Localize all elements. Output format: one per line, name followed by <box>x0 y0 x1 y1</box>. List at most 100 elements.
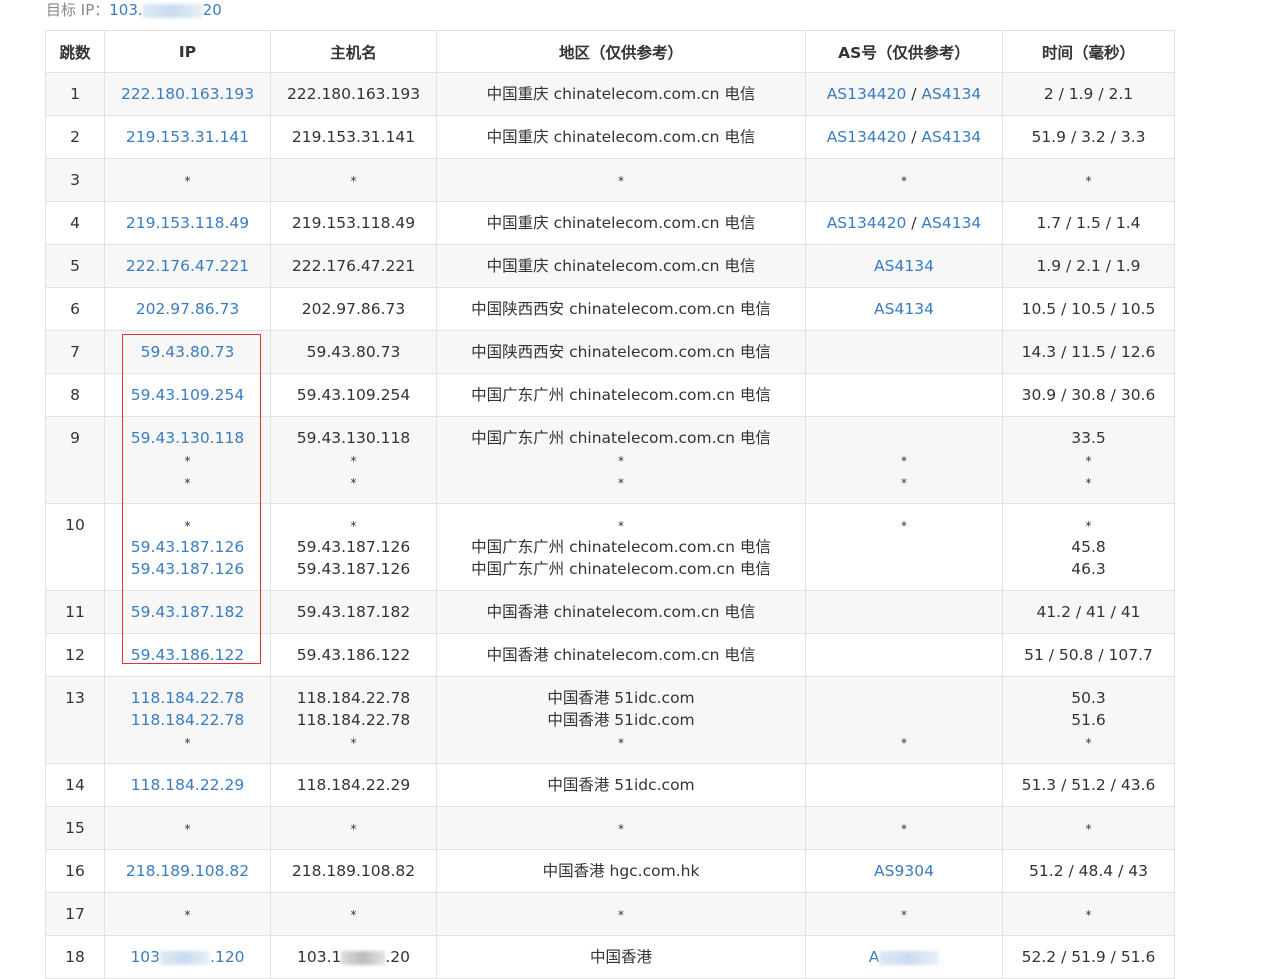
time-text: 33.5 <box>1071 429 1106 447</box>
time-cell: * <box>1003 807 1175 850</box>
hostname-line: 59.43.109.254 <box>271 384 436 406</box>
region-line: * <box>437 169 805 191</box>
region-line: 中国重庆 chinatelecom.com.cn 电信 <box>437 83 805 105</box>
hop-cell: 12 <box>46 634 105 677</box>
hop-number: 16 <box>46 860 104 882</box>
asn-link[interactable]: AS4134 <box>921 214 981 232</box>
region-line: 中国香港 chinatelecom.com.cn 电信 <box>437 644 805 666</box>
hostname-text: 59.43.187.182 <box>297 603 410 621</box>
hop-cell: 6 <box>46 288 105 331</box>
hostname-line: 59.43.187.182 <box>271 601 436 623</box>
asn-cell <box>806 331 1003 374</box>
asn-link[interactable]: AS134420 <box>827 85 907 103</box>
table-row: 759.43.80.7359.43.80.73中国陕西西安 chinatelec… <box>46 331 1175 374</box>
ip-link[interactable]: 118.184.22.78 <box>131 711 244 729</box>
hop-number: 10 <box>46 514 104 536</box>
region-cell: 中国陕西西安 chinatelecom.com.cn 电信 <box>437 288 806 331</box>
ip-cell: 118.184.22.29 <box>105 764 271 807</box>
region-cell: 中国香港 <box>437 936 806 979</box>
hostname-text: 219.153.31.141 <box>292 128 415 146</box>
asn-link[interactable]: AS134420 <box>827 214 907 232</box>
ip-line: * <box>105 471 270 493</box>
table-row: 3***** <box>46 159 1175 202</box>
ip-cell: 219.153.31.141 <box>105 116 271 159</box>
time-line: 45.8 <box>1003 536 1174 558</box>
ip-link[interactable]: 59.43.187.182 <box>131 603 244 621</box>
time-cell: 51 / 50.8 / 107.7 <box>1003 634 1175 677</box>
table-row: 2219.153.31.141219.153.31.141中国重庆 chinat… <box>46 116 1175 159</box>
asn-link[interactable]: AS4134 <box>874 300 934 318</box>
ip-link[interactable]: 219.153.31.141 <box>126 128 249 146</box>
asn-link[interactable]: AS4134 <box>874 257 934 275</box>
timeout-star: * <box>901 822 907 836</box>
hostname-cell: 103.1.20 <box>271 936 437 979</box>
separator: / <box>906 85 921 103</box>
region-line: 中国香港 51idc.com <box>437 709 805 731</box>
ip-link[interactable]: 59.43.130.118 <box>131 429 244 447</box>
ip-link[interactable]: .120 <box>210 948 245 966</box>
region-line: 中国广东广州 chinatelecom.com.cn 电信 <box>437 536 805 558</box>
region-cell: *中国广东广州 chinatelecom.com.cn 电信中国广东广州 chi… <box>437 504 806 591</box>
target-ip-suffix: 20 <box>203 1 222 19</box>
hostname-cell: 202.97.86.73 <box>271 288 437 331</box>
asn-link[interactable]: AS9304 <box>874 862 934 880</box>
region-text: 中国香港 51idc.com <box>547 776 694 794</box>
region-line: 中国陕西西安 chinatelecom.com.cn 电信 <box>437 341 805 363</box>
ip-cell: 59.43.187.182 <box>105 591 271 634</box>
hostname-cell: 59.43.109.254 <box>271 374 437 417</box>
time-line: * <box>1003 903 1174 925</box>
ip-link[interactable]: 59.43.187.126 <box>131 538 244 556</box>
time-line: * <box>1003 514 1174 536</box>
asn-link[interactable]: A <box>869 948 880 966</box>
ip-link[interactable]: 59.43.109.254 <box>131 386 244 404</box>
asn-link[interactable]: AS4134 <box>921 128 981 146</box>
time-text: 46.3 <box>1071 560 1106 578</box>
hop-number: 18 <box>46 946 104 968</box>
region-line: 中国陕西西安 chinatelecom.com.cn 电信 <box>437 298 805 320</box>
hostname-cell: 118.184.22.29 <box>271 764 437 807</box>
ip-link[interactable]: 222.176.47.221 <box>126 257 249 275</box>
time-text: 41.2 / 41 / 41 <box>1036 603 1140 621</box>
ip-link[interactable]: 118.184.22.78 <box>131 689 244 707</box>
ip-link[interactable]: 222.180.163.193 <box>121 85 254 103</box>
ip-cell: 218.189.108.82 <box>105 850 271 893</box>
hop-cell: 14 <box>46 764 105 807</box>
hostname-text: * <box>351 908 357 922</box>
asn-line: AS9304 <box>806 860 1002 882</box>
ip-link[interactable]: 103 <box>130 948 160 966</box>
region-line: 中国重庆 chinatelecom.com.cn 电信 <box>437 255 805 277</box>
asn-link[interactable]: AS134420 <box>827 128 907 146</box>
asn-link[interactable]: AS4134 <box>921 85 981 103</box>
hostname-cell: * <box>271 807 437 850</box>
region-text: * <box>618 476 624 490</box>
separator: / <box>906 214 921 232</box>
region-line: * <box>437 449 805 471</box>
time-line: 51.2 / 48.4 / 43 <box>1003 860 1174 882</box>
header-region: 地区（仅供参考） <box>437 31 806 73</box>
ip-link[interactable]: 218.189.108.82 <box>126 862 249 880</box>
ip-link[interactable]: 59.43.186.122 <box>131 646 244 664</box>
ip-link[interactable]: 59.43.80.73 <box>141 343 235 361</box>
time-text: 1.9 / 2.1 / 1.9 <box>1036 257 1140 275</box>
ip-line: 222.180.163.193 <box>105 83 270 105</box>
ip-link[interactable]: 59.43.187.126 <box>131 560 244 578</box>
time-line: 30.9 / 30.8 / 30.6 <box>1003 384 1174 406</box>
time-cell: 50.351.6* <box>1003 677 1175 764</box>
asn-line <box>806 558 1002 580</box>
hostname-cell: 218.189.108.82 <box>271 850 437 893</box>
asn-line <box>806 536 1002 558</box>
hostname-line: * <box>271 817 436 839</box>
time-line: 10.5 / 10.5 / 10.5 <box>1003 298 1174 320</box>
ip-link[interactable]: 219.153.118.49 <box>126 214 249 232</box>
hostname-text: 103.1 <box>297 948 341 966</box>
region-cell: 中国香港 51idc.com <box>437 764 806 807</box>
hop-number: 5 <box>46 255 104 277</box>
asn-line: * <box>806 731 1002 753</box>
hostname-text: * <box>351 476 357 490</box>
time-line: 51 / 50.8 / 107.7 <box>1003 644 1174 666</box>
time-cell: *45.8 46.3 <box>1003 504 1175 591</box>
ip-link[interactable]: 202.97.86.73 <box>136 300 240 318</box>
ip-line: 202.97.86.73 <box>105 298 270 320</box>
table-row: 1259.43.186.12259.43.186.122中国香港 chinate… <box>46 634 1175 677</box>
ip-link[interactable]: 118.184.22.29 <box>131 776 244 794</box>
